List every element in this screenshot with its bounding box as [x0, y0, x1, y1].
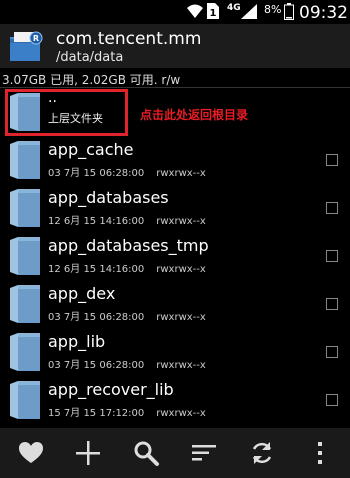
file-row[interactable]: app_cache 03 7月 15 06:28:00 rwxrwx--x	[0, 136, 350, 184]
file-name: app_cache	[48, 140, 134, 159]
clock: 09:32	[299, 3, 348, 23]
file-name: app_databases	[48, 188, 169, 207]
file-manager-icon[interactable]: R	[8, 29, 46, 63]
select-checkbox[interactable]	[326, 250, 338, 262]
svg-text:1: 1	[210, 8, 217, 19]
file-meta: 15 7月 15 17:12:00 rwxrwx--x	[48, 404, 206, 419]
folder-icon	[10, 381, 40, 419]
wifi-icon	[187, 4, 203, 18]
action-bar: R com.tencent.mm /data/data	[0, 24, 350, 68]
file-date: 12 6月 15 14:16:00	[48, 216, 145, 227]
sort-icon[interactable]	[190, 439, 218, 467]
select-checkbox[interactable]	[326, 202, 338, 214]
file-name: app_dex	[48, 284, 116, 303]
battery-percent: 8%	[264, 3, 282, 16]
file-date: 03 7月 15 06:28:00	[48, 168, 145, 179]
signal-icon	[241, 4, 257, 19]
file-permissions: rwxrwx--x	[156, 312, 206, 323]
file-date: 12 6月 15 14:16:00	[48, 264, 145, 275]
storage-info: 3.07GB 已用, 2.02GB 可用. r/w	[0, 68, 350, 88]
folder-icon	[10, 237, 40, 275]
select-checkbox[interactable]	[326, 154, 338, 166]
file-row[interactable]: app_dex 03 7月 15 06:28:00 rwxrwx--x	[0, 280, 350, 328]
file-name: app_databases_tmp	[48, 236, 209, 255]
status-bar: 1 4G 8% 09:32	[0, 0, 350, 24]
file-permissions: rwxrwx--x	[156, 168, 206, 179]
annotation-text: 点击此处返回根目录	[140, 108, 249, 122]
search-icon[interactable]	[132, 439, 160, 467]
svg-text:R: R	[33, 34, 39, 43]
file-row[interactable]: app_recover_lib 15 7月 15 17:12:00 rwxrwx--…	[0, 376, 350, 424]
more-icon[interactable]	[306, 439, 334, 467]
sim-card-icon: 1	[207, 3, 219, 19]
file-permissions: rwxrwx--x	[156, 408, 206, 419]
current-path: /data/data	[56, 50, 124, 65]
file-date: 03 7月 15 06:28:00	[48, 360, 145, 371]
plus-icon[interactable]	[74, 439, 102, 467]
refresh-icon[interactable]	[248, 439, 276, 467]
file-meta: 03 7月 15 06:28:00 rwxrwx--x	[48, 164, 206, 179]
file-name: app_recover_lib	[48, 380, 174, 399]
file-row[interactable]: app_databases 12 6月 15 14:16:00 rwxrwx--x	[0, 184, 350, 232]
folder-icon	[10, 333, 40, 371]
file-meta: 12 6月 15 14:16:00 rwxrwx--x	[48, 260, 206, 275]
file-row[interactable]: app_databases_tmp 12 6月 15 14:16:00 rwxrwx…	[0, 232, 350, 280]
file-permissions: rwxrwx--x	[156, 360, 206, 371]
bottom-toolbar	[0, 428, 350, 478]
battery-icon	[284, 3, 294, 20]
folder-icon	[10, 285, 40, 323]
file-name: app_lib	[48, 332, 106, 351]
network-type: 4G	[227, 3, 241, 13]
heart-icon[interactable]	[17, 439, 45, 467]
file-row[interactable]: app_lib 03 7月 15 06:28:00 rwxrwx--x	[0, 328, 350, 376]
file-meta: 12 6月 15 14:16:00 rwxrwx--x	[48, 212, 206, 227]
select-checkbox[interactable]	[326, 298, 338, 310]
folder-icon	[10, 141, 40, 179]
select-checkbox[interactable]	[326, 394, 338, 406]
file-list[interactable]: .. 上层文件夹 app_cache 03 7月 15 06:28:00 rwxrw…	[0, 88, 350, 428]
select-checkbox[interactable]	[326, 346, 338, 358]
highlight-box	[5, 89, 128, 136]
file-meta: 03 7月 15 06:28:00 rwxrwx--x	[48, 308, 206, 323]
file-date: 15 7月 15 17:12:00	[48, 408, 145, 419]
folder-icon	[10, 189, 40, 227]
storage-text: 3.07GB 已用, 2.02GB 可用. r/w	[2, 73, 181, 87]
file-date: 03 7月 15 06:28:00	[48, 312, 145, 323]
app-title: com.tencent.mm	[56, 29, 202, 49]
file-meta: 03 7月 15 06:28:00 rwxrwx--x	[48, 356, 206, 371]
file-permissions: rwxrwx--x	[156, 264, 206, 275]
file-permissions: rwxrwx--x	[156, 216, 206, 227]
